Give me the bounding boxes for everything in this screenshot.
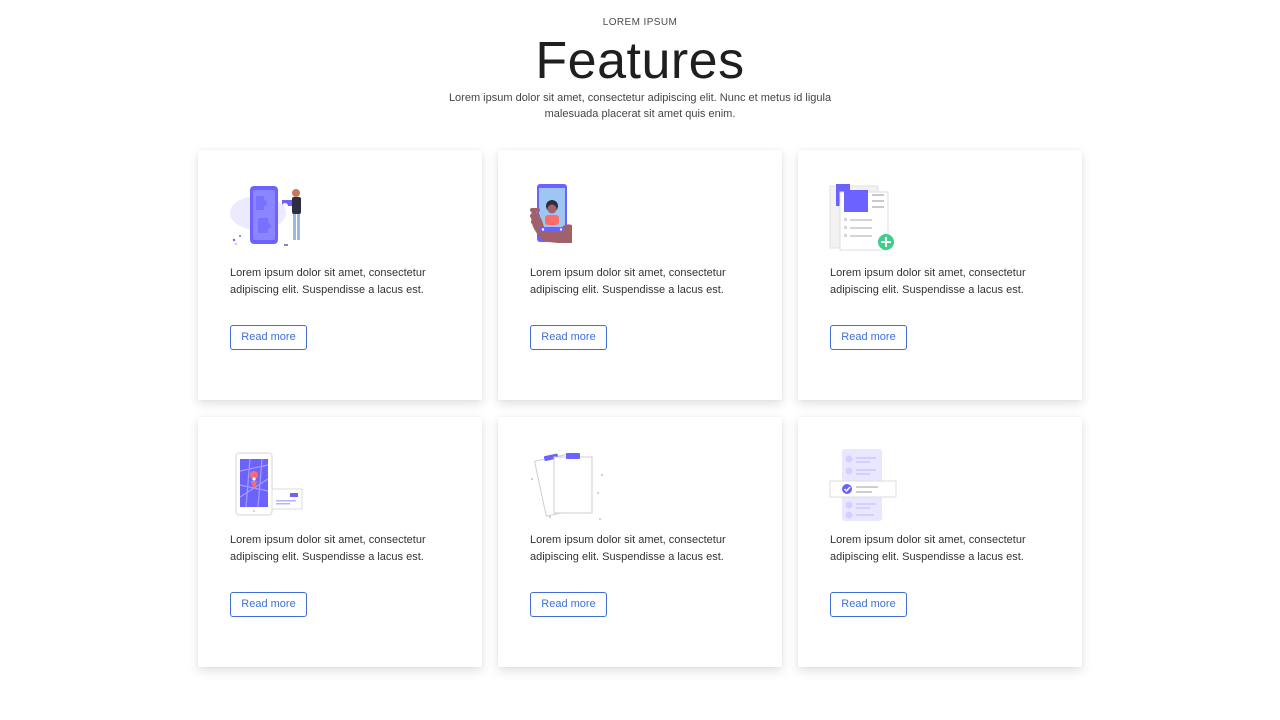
section-eyebrow: LOREM IPSUM [602,17,678,28]
read-more-button[interactable]: Read more [530,592,607,617]
card-description: Lorem ipsum dolor sit amet, consectetur … [530,267,726,296]
checklist-illustration [829,449,897,521]
feature-grid: Lorem ipsum dolor sit amet, consectetur … [198,150,1083,667]
clipboard-illustration [531,453,603,520]
feature-card: Lorem ipsum dolor sit amet, consectetur … [498,417,782,667]
feature-card: Lorem ipsum dolor sit amet, consectetur … [798,417,1082,667]
page-title: Features [535,32,745,90]
read-more-button[interactable]: Read more [530,325,607,350]
section-subtitle: Lorem ipsum dolor sit amet, consectetur … [448,92,832,120]
feature-card: Lorem ipsum dolor sit amet, consectetur … [198,417,482,667]
read-more-button[interactable]: Read more [230,325,307,350]
card-description: Lorem ipsum dolor sit amet, consectetur … [830,534,1026,563]
feature-card: Lorem ipsum dolor sit amet, consectetur … [198,150,482,400]
feature-card: Lorem ipsum dolor sit amet, consectetur … [498,150,782,400]
card-description: Lorem ipsum dolor sit amet, consectetur … [230,534,426,563]
add-document-illustration [829,184,894,251]
feature-card: Lorem ipsum dolor sit amet, consectetur … [798,150,1082,400]
read-more-button[interactable]: Read more [830,592,907,617]
read-more-button[interactable]: Read more [230,592,307,617]
read-more-button[interactable]: Read more [830,325,907,350]
puzzle-phone-illustration [230,186,301,246]
card-description: Lorem ipsum dolor sit amet, consectetur … [830,267,1026,296]
selfie-phone-illustration [530,184,572,243]
card-description: Lorem ipsum dolor sit amet, consectetur … [230,267,426,296]
map-location-illustration [235,452,303,516]
features-section: LOREM IPSUM Features Lorem ipsum dolor s… [0,0,1280,720]
card-description: Lorem ipsum dolor sit amet, consectetur … [530,534,726,563]
